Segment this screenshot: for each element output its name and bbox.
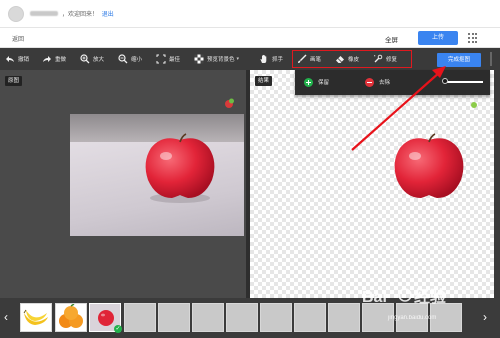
top-bar: ，欢迎回来！ 退出 bbox=[0, 0, 500, 28]
oranges-image bbox=[59, 303, 83, 328]
apple-image bbox=[145, 133, 215, 203]
chevron-left-icon[interactable]: ‹ bbox=[4, 310, 8, 324]
avatar[interactable] bbox=[8, 6, 24, 22]
chevron-down-icon: ▾ bbox=[236, 56, 240, 62]
keep-option[interactable]: 保留 bbox=[304, 76, 329, 88]
hand-icon bbox=[260, 54, 267, 63]
checker-icon bbox=[194, 54, 204, 64]
undo-button[interactable]: 撤销 bbox=[5, 48, 29, 70]
zoom-out-button[interactable]: 缩小 bbox=[118, 48, 142, 70]
back-link[interactable]: 返回 bbox=[12, 34, 24, 43]
thumbnail-slot[interactable] bbox=[124, 303, 156, 332]
original-panel: 原图 bbox=[0, 70, 246, 298]
upload-button[interactable]: 上传 bbox=[418, 31, 458, 45]
preview-background-dropdown[interactable]: 预览背景色 ▾ bbox=[194, 48, 239, 70]
fit-button[interactable]: 最佳 bbox=[156, 48, 180, 70]
keep-label: 保留 bbox=[318, 80, 330, 86]
svg-text:经验: 经验 bbox=[414, 287, 447, 306]
banana-image bbox=[23, 309, 48, 325]
thumbnail-oranges[interactable] bbox=[55, 303, 87, 332]
color-picker-icon[interactable] bbox=[222, 96, 236, 110]
brush-size-handle[interactable] bbox=[442, 78, 448, 84]
thumbnail-slot[interactable] bbox=[328, 303, 360, 332]
thumbnail-banana[interactable] bbox=[20, 303, 52, 332]
zoom-out-icon bbox=[118, 54, 128, 64]
result-label: 结果 bbox=[255, 76, 273, 86]
status-dot-icon bbox=[471, 102, 477, 108]
original-image bbox=[70, 114, 244, 236]
undo-label: 撤销 bbox=[18, 57, 30, 63]
thumbnail-slot[interactable] bbox=[294, 303, 326, 332]
hand-button[interactable]: 抓手 bbox=[259, 48, 283, 70]
selected-check-icon: ✓ bbox=[114, 325, 122, 333]
zoom-out-label: 缩小 bbox=[131, 57, 143, 63]
thumbnail-slot[interactable] bbox=[226, 303, 258, 332]
fit-icon bbox=[156, 54, 166, 64]
brush-options-bar: 保留 去除 bbox=[295, 70, 490, 95]
zoom-in-icon bbox=[80, 54, 90, 64]
redo-icon bbox=[43, 56, 51, 62]
zoom-in-button[interactable]: 放大 bbox=[80, 48, 104, 70]
fit-label: 最佳 bbox=[169, 57, 181, 63]
result-panel: 结果 bbox=[250, 70, 494, 298]
finish-cutout-button[interactable]: 完成抠图 bbox=[437, 53, 481, 67]
thumbnail-slot[interactable] bbox=[260, 303, 292, 332]
nav-bar: 返回 全屏 上传 bbox=[0, 28, 500, 48]
redo-label: 重做 bbox=[55, 57, 67, 63]
zoom-in-label: 放大 bbox=[93, 57, 105, 63]
chevron-right-icon[interactable]: › bbox=[483, 310, 487, 324]
original-label: 原图 bbox=[5, 76, 23, 86]
minus-circle-icon bbox=[365, 77, 374, 87]
apps-grid-icon[interactable] bbox=[468, 33, 478, 43]
watermark-url: jingyan.baidu.com bbox=[388, 315, 437, 321]
editor-toolbar: 撤销 重做 放大 缩小 最佳 预览背景色 ▾ 抓手 画笔 橡皮 修复 完成抠图 bbox=[0, 48, 500, 70]
username-blurred bbox=[30, 11, 58, 16]
thumbnail-slot[interactable] bbox=[192, 303, 224, 332]
highlight-box bbox=[292, 50, 412, 68]
logout-link[interactable]: 退出 bbox=[102, 12, 114, 18]
hand-label: 抓手 bbox=[272, 57, 284, 63]
welcome-text: ，欢迎回来！ bbox=[62, 12, 99, 18]
svg-text:Bai: Bai bbox=[362, 289, 387, 306]
brush-size-slider[interactable] bbox=[443, 81, 483, 83]
remove-option[interactable]: 去除 bbox=[365, 76, 390, 88]
redo-button[interactable]: 重做 bbox=[42, 48, 66, 70]
preview-background-label: 预览背景色 bbox=[207, 57, 235, 63]
undo-icon bbox=[6, 56, 14, 62]
plus-circle-icon bbox=[304, 77, 313, 87]
right-scrollbar[interactable] bbox=[494, 70, 500, 298]
fullscreen-button[interactable]: 全屏 bbox=[385, 34, 398, 44]
thumbnail-slot[interactable] bbox=[158, 303, 190, 332]
apple-cutout-image bbox=[394, 133, 464, 198]
welcome-message: ，欢迎回来！ 退出 bbox=[62, 9, 114, 18]
thumbnail-apple[interactable]: ✓ bbox=[89, 303, 122, 333]
remove-label: 去除 bbox=[379, 80, 391, 86]
toolbar-scrollbar[interactable] bbox=[490, 52, 492, 66]
